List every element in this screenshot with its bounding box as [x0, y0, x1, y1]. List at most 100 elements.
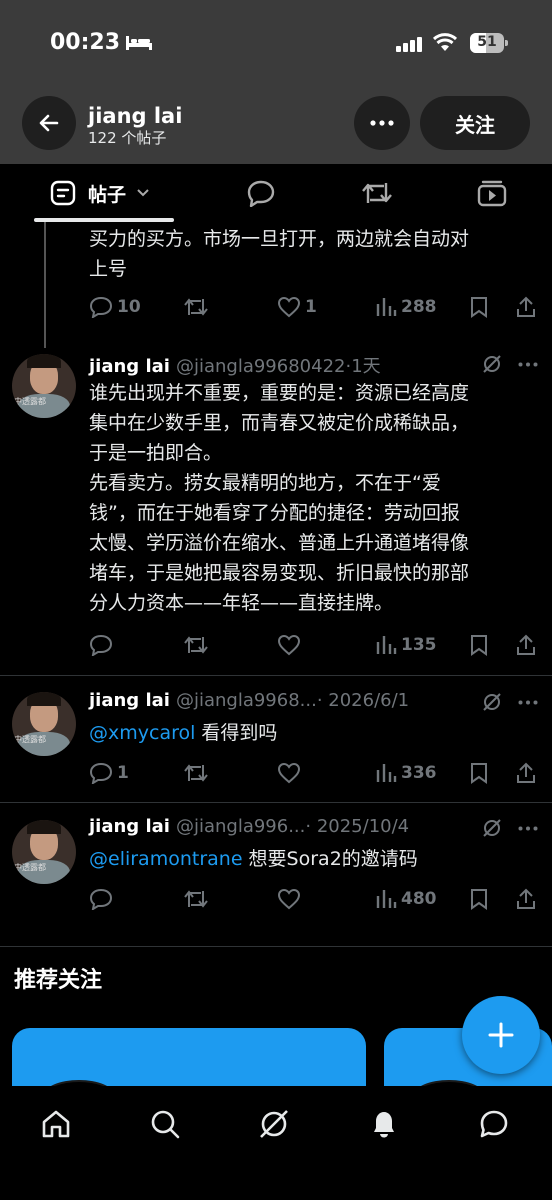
- compose-button[interactable]: [462, 996, 540, 1074]
- avatar[interactable]: 中透露都: [12, 354, 76, 418]
- author-handle[interactable]: @jiangla996...: [176, 816, 305, 837]
- tweet-2-text: 谁先出现并不重要，重要的是：资源已经高度 集中在少数手里，而青春又被定价成稀缺品…: [89, 378, 469, 618]
- reply-button[interactable]: 10: [89, 292, 141, 322]
- retweet-button[interactable]: [183, 758, 213, 788]
- retweet-button[interactable]: [183, 630, 213, 660]
- nav-messages[interactable]: [474, 1104, 514, 1144]
- reply-icon: [247, 180, 275, 207]
- divider: [0, 946, 552, 947]
- views-button[interactable]: 480: [375, 884, 437, 914]
- tweet-text-line: 谁先出现并不重要，重要的是：资源已经高度: [89, 382, 470, 404]
- grok-icon[interactable]: [482, 354, 502, 374]
- retweet-button[interactable]: [183, 884, 213, 914]
- avatar[interactable]: 中透露都: [12, 692, 76, 756]
- tab-posts-label: 帖子: [88, 183, 127, 206]
- tweet-time: ·1天: [345, 356, 381, 377]
- profile-tabs: 帖子: [0, 164, 552, 222]
- tweet-text-line: 堵车，于是她把最容易变现、折旧最快的那部: [89, 562, 470, 584]
- share-button[interactable]: [515, 630, 541, 660]
- views-icon: [376, 636, 397, 654]
- tab-reposts[interactable]: [360, 164, 394, 222]
- tweet-3-text: @xmycarol 看得到吗: [89, 718, 277, 748]
- reply-button[interactable]: [89, 630, 117, 660]
- tweet-4-header: jiang lai @jiangla996...· 2025/10/4: [89, 816, 409, 837]
- bookmark-button[interactable]: [469, 630, 493, 660]
- more-button[interactable]: [354, 96, 410, 150]
- tab-posts[interactable]: 帖子: [50, 164, 150, 222]
- nav-search[interactable]: [145, 1104, 185, 1144]
- like-button[interactable]: [277, 884, 305, 914]
- more-icon[interactable]: [518, 700, 538, 705]
- tweet-time: · 2025/10/4: [305, 816, 410, 837]
- mention-link[interactable]: @xmycarol: [89, 722, 195, 744]
- like-icon: [277, 762, 301, 784]
- share-button[interactable]: [515, 884, 541, 914]
- like-button[interactable]: [277, 758, 305, 788]
- posts-tab-icon: [50, 180, 76, 206]
- nav-home[interactable]: [36, 1104, 76, 1144]
- home-icon: [42, 1110, 70, 1138]
- author-handle[interactable]: @jiangla99680422: [176, 356, 346, 377]
- bookmark-button[interactable]: [469, 884, 493, 914]
- author-name[interactable]: jiang lai: [89, 356, 170, 377]
- share-icon: [517, 634, 535, 655]
- follow-button[interactable]: 关注: [420, 96, 530, 150]
- reply-icon: [89, 296, 113, 318]
- bottom-navigation: [0, 1086, 552, 1200]
- views-button[interactable]: 288: [375, 292, 437, 322]
- share-button[interactable]: [515, 758, 541, 788]
- compose-icon: [488, 1022, 514, 1048]
- tweet-body: 看得到吗: [195, 722, 278, 744]
- tweet-text-line: 买力的买方。市场一旦打开，两边就会自动对: [89, 228, 470, 250]
- search-icon: [151, 1110, 180, 1139]
- nav-notifications[interactable]: [364, 1104, 404, 1144]
- author-handle[interactable]: @jiangla9968...: [176, 690, 317, 711]
- like-button[interactable]: 1: [277, 292, 317, 322]
- bookmark-button[interactable]: [469, 292, 493, 322]
- grok-icon[interactable]: [482, 818, 502, 838]
- tweet-4-actions: 480: [89, 884, 539, 914]
- wifi-icon: [432, 33, 458, 51]
- author-name[interactable]: jiang lai: [89, 816, 170, 837]
- retweet-icon: [184, 890, 208, 908]
- back-button[interactable]: [22, 96, 76, 150]
- more-icon[interactable]: [518, 826, 538, 831]
- views-icon: [376, 764, 397, 782]
- like-icon: [277, 634, 301, 656]
- avatar[interactable]: 中透露都: [12, 820, 76, 884]
- reply-count: 1: [117, 763, 129, 783]
- notifications-icon: [374, 1112, 394, 1138]
- more-icon[interactable]: [518, 362, 538, 367]
- view-count: 135: [401, 635, 437, 655]
- nav-grok[interactable]: [254, 1104, 294, 1144]
- tweet-text-line: 分人力资本——年轻——直接挂牌。: [89, 592, 394, 614]
- chevron-down-icon: [137, 189, 149, 197]
- bookmark-button[interactable]: [469, 758, 493, 788]
- tweet-text-line: 上号: [89, 258, 128, 280]
- tweet-3-header: jiang lai @jiangla9968...· 2026/6/1: [89, 690, 409, 711]
- tweet-text-line: 先看卖方。捞女最精明的地方，不在于“爱: [89, 472, 441, 494]
- retweet-button[interactable]: [183, 292, 213, 322]
- tweet-1-actions: 10 1 288: [89, 292, 539, 322]
- reply-button[interactable]: 1: [89, 758, 129, 788]
- mention-link[interactable]: @eliramontrane: [89, 848, 243, 870]
- grok-icon[interactable]: [482, 692, 502, 712]
- share-button[interactable]: [515, 292, 541, 322]
- tweet-text-line: 于是一拍即合。: [89, 442, 223, 464]
- tweet-2-header: jiang lai @jiangla99680422·1天: [89, 352, 381, 378]
- tweet-time: · 2026/6/1: [316, 690, 410, 711]
- profile-name: jiang lai: [88, 104, 183, 128]
- retweet-icon: [184, 636, 208, 654]
- reply-icon: [89, 762, 113, 784]
- tab-videos[interactable]: [476, 164, 508, 222]
- tweet-body: 想要Sora2的邀请码: [242, 848, 418, 870]
- views-button[interactable]: 336: [375, 758, 437, 788]
- views-button[interactable]: 135: [375, 630, 437, 660]
- tab-replies[interactable]: [246, 164, 276, 222]
- reply-button[interactable]: [89, 884, 117, 914]
- author-name[interactable]: jiang lai: [89, 690, 170, 711]
- like-button[interactable]: [277, 630, 305, 660]
- battery-indicator: 51: [470, 33, 508, 53]
- video-icon: [477, 180, 507, 207]
- like-count: 1: [305, 297, 317, 317]
